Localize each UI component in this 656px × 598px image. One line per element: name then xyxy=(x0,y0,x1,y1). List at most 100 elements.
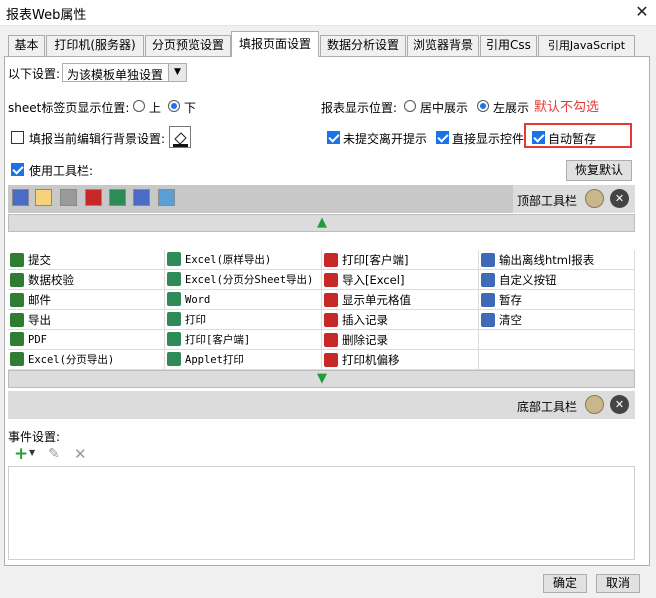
radio-sheet-top-label: 上 xyxy=(149,101,162,115)
grid-button[interactable]: Excel(原样导出) xyxy=(165,250,322,270)
flash-print-icon[interactable] xyxy=(85,189,102,206)
edit-icon[interactable]: ✎ xyxy=(48,446,60,462)
grid-button[interactable]: Excel(分页导出) xyxy=(8,350,165,370)
title-bar: 报表Web属性 ✕ xyxy=(0,0,656,26)
row-bg-checkbox[interactable] xyxy=(11,131,24,144)
chevron-down-icon[interactable]: ▼ xyxy=(29,448,35,457)
toolbar-button-grid: 提交 Excel(原样导出) 打印[客户端] 输出离线html报表 数据校验 Excel(… xyxy=(8,250,635,370)
show-direct-checkbox[interactable] xyxy=(436,131,449,144)
close-icon[interactable]: ✕ xyxy=(632,2,652,22)
events-label: 事件设置: xyxy=(8,430,61,444)
grid-button[interactable]: Word xyxy=(165,290,322,310)
button-icon xyxy=(10,253,24,267)
button-icon xyxy=(10,293,24,307)
radio-center[interactable] xyxy=(404,100,416,112)
clear-icon[interactable] xyxy=(158,189,175,206)
window-title: 报表Web属性 xyxy=(6,8,87,23)
button-icon xyxy=(324,353,338,367)
radio-sheet-bottom[interactable] xyxy=(168,100,180,112)
print-icon[interactable] xyxy=(60,189,77,206)
grid-button[interactable]: 清空 xyxy=(479,310,635,330)
grid-button[interactable]: Excel(分页分Sheet导出) xyxy=(165,270,322,290)
tab-printer-server[interactable]: 打印机(服务器) xyxy=(46,35,144,56)
paint-bucket-icon[interactable] xyxy=(169,126,191,148)
arrow-down-icon[interactable]: ▼ xyxy=(317,371,327,387)
bottom-toolbar: 底部工具栏 ✕ xyxy=(8,391,635,419)
button-icon xyxy=(167,332,181,346)
use-toolbar-checkbox[interactable] xyxy=(11,163,24,176)
restore-default-button[interactable]: 恢复默认 xyxy=(566,160,632,181)
grid-button[interactable]: 提交 xyxy=(8,250,165,270)
grid-button[interactable]: PDF xyxy=(8,330,165,350)
button-icon xyxy=(10,332,24,346)
grid-button-label: 提交 xyxy=(28,253,51,267)
grid-button[interactable]: Applet打印 xyxy=(165,350,322,370)
grid-button-label: Word xyxy=(185,294,211,306)
grid-button[interactable]: 打印[客户端] xyxy=(165,330,322,350)
grid-button[interactable]: 插入记录 xyxy=(322,310,479,330)
gear-icon[interactable] xyxy=(585,395,604,414)
tab-javascript[interactable]: 引用JavaScript xyxy=(538,35,635,56)
grid-button-label: 清空 xyxy=(499,313,522,327)
gear-icon[interactable] xyxy=(585,189,604,208)
grid-button[interactable]: 数据校验 xyxy=(8,270,165,290)
no-leave-prompt-checkbox[interactable] xyxy=(327,131,340,144)
tab-browser-bg[interactable]: 浏览器背景 xyxy=(407,35,479,56)
radio-sheet-top[interactable] xyxy=(133,100,145,112)
grid-button[interactable]: 邮件 xyxy=(8,290,165,310)
grid-button[interactable]: 导出 xyxy=(8,310,165,330)
event-list[interactable] xyxy=(8,466,635,560)
grid-button-label: 导出 xyxy=(28,313,51,327)
add-icon[interactable]: + xyxy=(14,444,28,464)
button-icon xyxy=(481,273,495,287)
button-icon xyxy=(481,253,495,267)
tab-basic[interactable]: 基本 xyxy=(8,35,45,56)
grid-button[interactable]: 打印机偏移 xyxy=(322,350,479,370)
grid-empty-cell xyxy=(479,350,635,370)
grid-button[interactable]: 导入[Excel] xyxy=(322,270,479,290)
button-icon xyxy=(167,272,181,286)
grid-button[interactable]: 暂存 xyxy=(479,290,635,310)
grid-button[interactable]: 删除记录 xyxy=(322,330,479,350)
move-up-band[interactable]: ▲ xyxy=(8,214,635,232)
scope-label: 以下设置: xyxy=(8,67,61,81)
chevron-down-icon[interactable]: ▼ xyxy=(168,64,186,81)
scope-select[interactable]: 为该模板单独设置 ▼ xyxy=(62,63,187,82)
temp-save-icon[interactable] xyxy=(133,189,150,206)
grid-button-label: Applet打印 xyxy=(185,354,244,366)
excel-icon[interactable] xyxy=(109,189,126,206)
button-icon xyxy=(324,333,338,347)
radio-left[interactable] xyxy=(477,100,489,112)
save-icon[interactable] xyxy=(12,189,29,206)
grid-button[interactable]: 打印[客户端] xyxy=(322,250,479,270)
top-toolbar-label: 顶部工具栏 xyxy=(517,194,578,208)
grid-button[interactable]: 打印 xyxy=(165,310,322,330)
tab-page-preview[interactable]: 分页预览设置 xyxy=(145,35,231,56)
tab-fill-page[interactable]: 填报页面设置 xyxy=(231,31,319,57)
delete-icon[interactable]: ✕ xyxy=(74,445,87,463)
grid-button-label: 导入[Excel] xyxy=(342,273,405,287)
remove-icon[interactable]: ✕ xyxy=(610,395,629,414)
button-icon xyxy=(167,292,181,306)
grid-button-label: 暂存 xyxy=(499,293,522,307)
grid-button[interactable]: 显示单元格值 xyxy=(322,290,479,310)
cancel-button[interactable]: 取消 xyxy=(596,574,640,593)
arrow-up-icon[interactable]: ▲ xyxy=(317,215,327,231)
tab-data-analysis[interactable]: 数据分析设置 xyxy=(320,35,406,56)
ok-button[interactable]: 确定 xyxy=(543,574,587,593)
move-down-band[interactable]: ▼ xyxy=(8,370,635,388)
use-toolbar-label: 使用工具栏: xyxy=(29,164,94,178)
tab-css[interactable]: 引用Css xyxy=(480,35,537,56)
remove-icon[interactable]: ✕ xyxy=(610,189,629,208)
button-icon xyxy=(10,313,24,327)
auto-save-checkbox[interactable] xyxy=(532,131,545,144)
grid-button[interactable]: 输出离线html报表 xyxy=(479,250,635,270)
button-icon xyxy=(324,273,338,287)
grid-button[interactable]: 自定义按钮 xyxy=(479,270,635,290)
grid-button-label: Excel(分页导出) xyxy=(28,354,115,366)
validate-icon[interactable] xyxy=(35,189,52,206)
radio-sheet-bottom-label: 下 xyxy=(184,101,197,115)
button-icon xyxy=(481,293,495,307)
grid-button-label: 打印[客户端] xyxy=(185,334,251,346)
sheet-pos-label: sheet标签页显示位置: xyxy=(8,101,130,115)
